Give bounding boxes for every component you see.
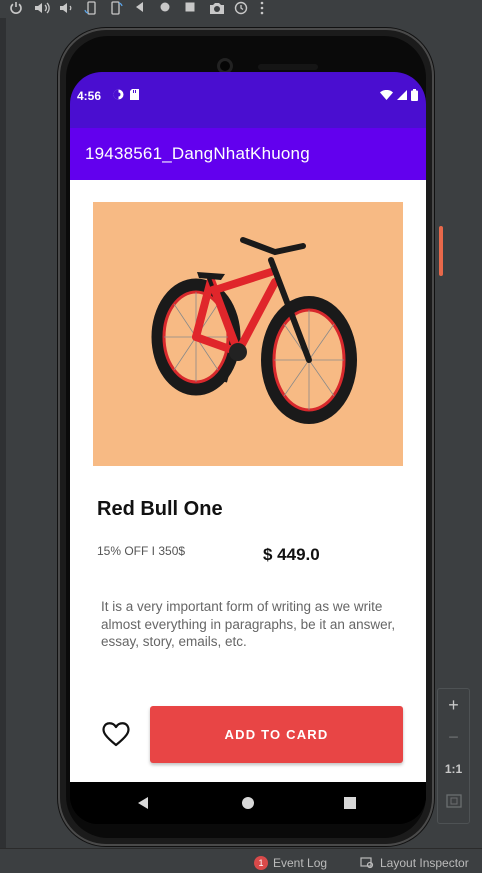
- price-label: $ 449.0: [263, 545, 320, 564]
- back-icon[interactable]: [134, 1, 150, 17]
- volume-up-icon[interactable]: [34, 1, 50, 17]
- signal-icon: [397, 90, 407, 100]
- overview-icon[interactable]: [184, 1, 200, 17]
- zoom-actual-size-button[interactable]: 1:1: [438, 753, 469, 785]
- zoom-in-button[interactable]: +: [438, 689, 469, 721]
- event-log-label: Event Log: [273, 856, 328, 870]
- volume-down-icon[interactable]: [59, 1, 75, 17]
- app-bar: 19438561_DangNhatKhuong: [70, 128, 426, 180]
- nav-home-icon[interactable]: [242, 797, 254, 809]
- more-menu-icon[interactable]: [259, 1, 275, 17]
- earpiece-speaker: [258, 64, 318, 70]
- product-name: Red Bull One: [97, 498, 223, 520]
- data-saver-icon: [113, 89, 124, 100]
- rotate-right-icon[interactable]: [109, 1, 125, 17]
- app-bar-title: 19438561_DangNhatKhuong: [85, 144, 310, 163]
- status-time: 4:56: [77, 89, 102, 103]
- power-icon[interactable]: [9, 1, 25, 17]
- zoom-out-button[interactable]: −: [438, 721, 469, 753]
- product-description: It is a very important form of writing a…: [101, 599, 396, 649]
- product-image: [93, 202, 403, 466]
- layout-inspector-icon: [360, 857, 374, 869]
- phone-screen: 4:56 19438561_DangNhatKhuong Red Bull On…: [70, 72, 426, 824]
- wifi-icon: [380, 90, 393, 100]
- add-to-card-button[interactable]: ADD TO CARD: [150, 706, 403, 763]
- nav-back-icon[interactable]: [136, 796, 150, 810]
- battery-icon: [411, 89, 418, 101]
- ide-left-strip: [0, 18, 6, 848]
- favorite-heart-icon[interactable]: [100, 718, 132, 750]
- discount-label: 15% OFF I 350$: [97, 544, 186, 558]
- zoom-fit-button[interactable]: [438, 785, 469, 817]
- emulator-toolbar: [0, 0, 482, 18]
- camera-icon[interactable]: [209, 1, 225, 17]
- layout-inspector-label: Layout Inspector: [380, 856, 469, 870]
- home-icon[interactable]: [159, 1, 175, 17]
- fit-screen-icon: [445, 794, 462, 808]
- ide-status-bar: 1 Event Log Layout Inspector: [0, 848, 482, 873]
- event-log-badge: 1: [254, 856, 268, 870]
- system-nav-bar: [70, 782, 426, 824]
- nav-recents-icon[interactable]: [344, 797, 356, 809]
- sd-card-icon: [130, 89, 139, 100]
- event-log-button[interactable]: 1 Event Log: [254, 856, 327, 870]
- layout-inspector-button[interactable]: Layout Inspector: [360, 856, 469, 870]
- snapshot-icon[interactable]: [234, 1, 250, 17]
- device-power-button[interactable]: [439, 226, 443, 276]
- product-detail: Red Bull One 15% OFF I 350$ $ 449.0 It i…: [70, 180, 426, 782]
- zoom-controls: + − 1:1: [437, 688, 470, 824]
- bicycle-illustration: [151, 237, 357, 424]
- status-bar: 4:56: [70, 72, 426, 128]
- rotate-left-icon[interactable]: [84, 1, 100, 17]
